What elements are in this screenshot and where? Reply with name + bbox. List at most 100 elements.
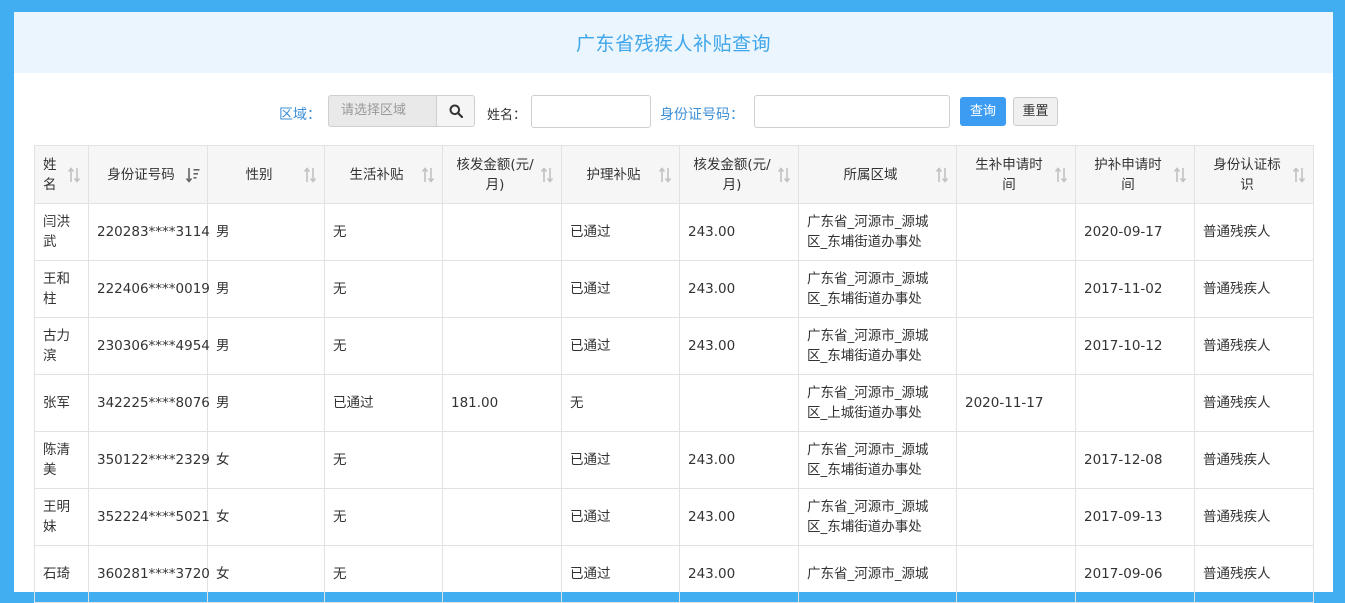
sort-icon[interactable] [1054,166,1068,184]
cell-text: 区_东埔街道办事处 [807,462,922,478]
table-cell [956,203,1076,261]
table-cell: 广东省_河源市_源城 区_东埔街道办事处 [798,203,957,261]
table-cell [956,260,1076,318]
table-cell: 张军 [34,374,89,432]
column-header-label: 所属区域 [843,166,898,183]
name-label: 姓名： [487,108,527,123]
sort-icon[interactable] [1173,166,1187,184]
cell-text: 王和 [43,271,70,287]
table-cell: 243.00 [679,260,799,318]
cell-text: 352224****5021 [97,509,210,525]
table-cell: 已通过 [561,431,680,489]
cell-text: 已通过 [570,452,611,468]
cell-text: 243.00 [688,224,736,240]
table-row[interactable]: 张军 342225****8076 男 已通过 181.00 无 广东省_河源市_源城 区_上… [34,374,1314,432]
reset-button[interactable]: 重置 [1013,97,1058,126]
sort-icon[interactable] [303,166,317,184]
sort-icon[interactable] [777,166,791,184]
cell-text: 无 [333,338,347,354]
cell-text: 无 [333,509,347,525]
cell-text: 区_东埔街道办事处 [807,519,922,535]
column-header[interactable]: 生补申请时间 [956,145,1076,204]
table-cell: 女 [207,488,325,546]
column-header[interactable]: 核发金额(元/月) [679,145,799,204]
table-cell: 2017-11-02 [1075,260,1195,318]
column-header[interactable]: 护补申请时间 [1075,145,1195,204]
column-header[interactable]: 身份认证标识 [1194,145,1314,204]
name-input[interactable] [531,95,651,128]
column-header-label: 姓 [43,156,57,173]
table-cell: 243.00 [679,203,799,261]
area-search-button[interactable] [436,95,475,127]
table-cell: 王明妹 [34,488,89,546]
table-cell: 古力滨 [34,317,89,375]
table-cell: 女 [207,431,325,489]
query-button[interactable]: 查询 [960,97,1006,126]
table-row[interactable]: 王明妹 352224****5021 女 无 已通过 243.00 广东省_河源市_源城 区_… [34,488,1314,546]
table-cell: 2017-12-08 [1075,431,1195,489]
table-cell [442,488,562,546]
cell-text: 已通过 [570,338,611,354]
column-header-label: 生活补贴 [349,166,404,183]
cell-text: 古力 [43,328,70,344]
cell-text: 普通残疾人 [1203,338,1271,354]
cell-text: 无 [333,452,347,468]
column-header-label: 名 [43,176,57,193]
cell-text: 2017-09-06 [1084,566,1163,582]
sort-icon[interactable] [935,166,949,184]
table-cell: 无 [324,488,443,546]
sort-icon[interactable] [1292,166,1306,184]
cell-text: 2020-11-17 [965,395,1044,411]
cell-text: 女 [216,509,230,525]
cell-text: 普通残疾人 [1203,566,1271,582]
sort-icon[interactable] [658,166,672,184]
table-cell: 2020-09-17 [1075,203,1195,261]
sort-icon[interactable] [540,166,554,184]
title-bar: 广东省残疾人补贴查询 [14,12,1333,73]
table-cell [956,488,1076,546]
cell-text: 243.00 [688,452,736,468]
table-cell: 男 [207,317,325,375]
cell-text: 181.00 [451,395,499,411]
table-cell: 广东省_河源市_源城 区_上城街道办事处 [798,374,957,432]
cell-text: 360281****3720 [97,566,210,582]
column-header[interactable]: 核发金额(元/月) [442,145,562,204]
table-row[interactable]: 石琦 360281****3720 女 无 已通过 243.00 广东省_河源市_源城 201… [34,545,1314,603]
table-cell: 已通过 [561,488,680,546]
table-row[interactable]: 闫洪武 220283****3114 男 无 已通过 243.00 广东省_河源市_源城 区_… [34,203,1314,261]
column-header[interactable]: 姓名 [34,145,89,204]
cell-text: 无 [333,224,347,240]
table-cell [442,317,562,375]
sort-icon[interactable] [67,166,81,184]
table-row[interactable]: 王和柱 222406****0019 男 无 已通过 243.00 广东省_河源市_源城 区_… [34,260,1314,318]
id-number-input[interactable] [754,95,950,128]
column-header[interactable]: 身份证号码 [88,145,208,204]
cell-text: 武 [43,234,57,250]
sort-icon[interactable] [421,166,435,184]
table-cell: 王和柱 [34,260,89,318]
area-select-input[interactable]: 请选择区域 [328,95,436,127]
cell-text: 222406****0019 [97,281,210,297]
cell-text: 滨 [43,348,57,364]
table-cell: 无 [324,203,443,261]
column-header[interactable]: 性别 [207,145,325,204]
column-header-label: 月) [485,176,505,193]
table-cell: 广东省_河源市_源城 [798,545,957,603]
id-number-label: 身份证号码： [660,107,744,123]
sort-desc-icon[interactable] [186,166,200,184]
column-header[interactable]: 所属区域 [798,145,957,204]
column-header[interactable]: 生活补贴 [324,145,443,204]
column-header[interactable]: 护理补贴 [561,145,680,204]
table-row[interactable]: 陈清美 350122****2329 女 无 已通过 243.00 广东省_河源市_源城 区_… [34,431,1314,489]
table-cell: 普通残疾人 [1194,488,1314,546]
table-cell: 350122****2329 [88,431,210,489]
table-cell: 无 [324,317,443,375]
column-header-label: 护补申请时 [1094,156,1162,173]
cell-text: 无 [333,566,347,582]
column-header-label: 核发金额(元/ [456,156,534,173]
cell-text: 广东省_河源市_源城 [807,499,929,515]
cell-text: 男 [216,224,230,240]
table-cell: 普通残疾人 [1194,317,1314,375]
table-row[interactable]: 古力滨 230306****4954 男 无 已通过 243.00 广东省_河源市_源城 区_… [34,317,1314,375]
table-cell [442,260,562,318]
